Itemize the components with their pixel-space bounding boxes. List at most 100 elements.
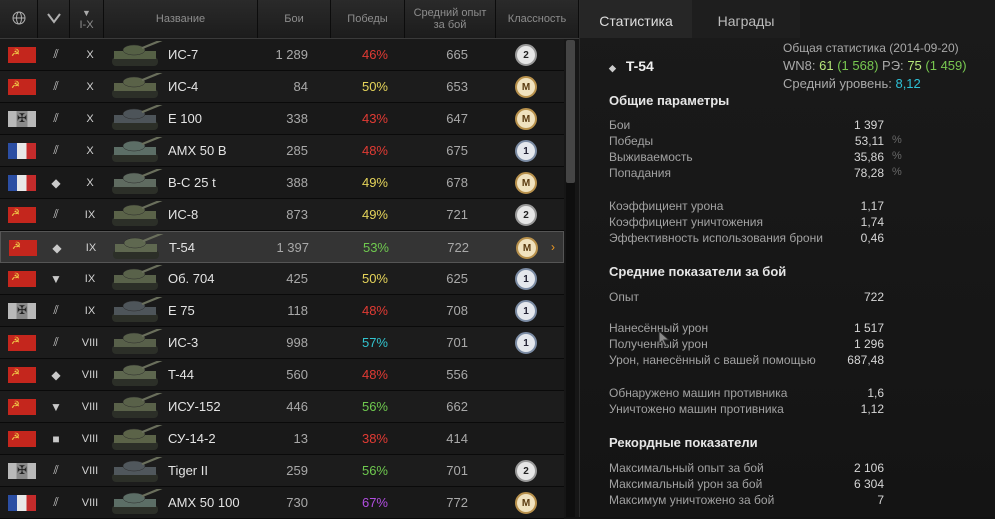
stat-label: Коэффициент урона bbox=[609, 199, 724, 213]
vehicle-name: E 100 bbox=[168, 111, 202, 126]
mastery-header[interactable]: Классность bbox=[496, 0, 579, 38]
vehicle-battles: 338 bbox=[286, 111, 308, 126]
nation-flag-icon bbox=[8, 207, 36, 223]
vehicle-name: B-C 25 t bbox=[168, 175, 216, 190]
vehicle-avg-exp: 665 bbox=[446, 47, 468, 62]
vehicle-battles: 873 bbox=[286, 207, 308, 222]
vehicle-tier: VIII bbox=[81, 368, 99, 381]
vehicle-row[interactable]: ■ VIII СУ-14-2 13 38% 414 bbox=[0, 423, 564, 455]
stat-value: 53,11 bbox=[854, 134, 884, 148]
stat-label: Эффективность использования брони bbox=[609, 231, 823, 245]
mastery-badge-icon: 1 bbox=[515, 332, 537, 354]
vehicle-battles: 560 bbox=[286, 367, 308, 382]
scrollbar-thumb[interactable] bbox=[566, 40, 575, 183]
vehicle-class-icon: ⫽ bbox=[53, 303, 59, 317]
tab-awards[interactable]: Награды bbox=[692, 0, 800, 38]
vehicle-row[interactable]: ⫽ X AMX 50 B 285 48% 675 1 bbox=[0, 135, 564, 167]
vehicle-class-icon: ▼ bbox=[50, 399, 62, 414]
vehicle-battles: 446 bbox=[286, 399, 308, 414]
tank-icon bbox=[113, 234, 166, 259]
nation-flag-icon bbox=[8, 111, 36, 127]
vehicle-row[interactable]: ⫽ X E 100 338 43% 647 M bbox=[0, 103, 564, 135]
vehicle-avg-exp: 625 bbox=[446, 271, 468, 286]
avg-exp-header[interactable]: Средний опыт за бой bbox=[405, 0, 496, 38]
vehicle-class-icon: ⫽ bbox=[53, 47, 59, 61]
vehicle-wins: 56% bbox=[361, 463, 388, 478]
vehicle-row[interactable]: ⫽ VIII ИС-3 998 57% 701 1 bbox=[0, 327, 564, 359]
vehicle-tier: X bbox=[86, 80, 94, 93]
tier-header-label: I-X bbox=[79, 19, 94, 31]
stat-value: 1 397 bbox=[853, 118, 884, 132]
vehicle-row[interactable]: ▼ VIII ИСУ-152 446 56% 662 bbox=[0, 391, 564, 423]
wins-header[interactable]: Победы bbox=[331, 0, 405, 38]
class-filter[interactable] bbox=[38, 0, 70, 38]
vehicle-class-icon: ▼ bbox=[50, 271, 62, 286]
tier-sort[interactable]: ▼ I-X bbox=[70, 0, 104, 38]
tank-icon bbox=[112, 329, 165, 354]
vehicle-class-icon: ◆ bbox=[51, 175, 61, 190]
tank-icon bbox=[112, 169, 165, 194]
vehicle-row[interactable]: ▼ IX Об. 704 425 50% 625 1 bbox=[0, 263, 564, 295]
stat-label: Максимальный урон за бой bbox=[609, 477, 763, 491]
vehicle-class-icon: ⫽ bbox=[53, 207, 59, 221]
mastery-badge-icon: 2 bbox=[515, 460, 537, 482]
tank-icon bbox=[112, 425, 165, 450]
vehicle-class-icon: ◆ bbox=[51, 367, 61, 382]
name-header[interactable]: Название bbox=[104, 0, 258, 38]
vehicle-battles: 285 bbox=[286, 143, 308, 158]
vehicle-class-icon: ⫽ bbox=[53, 79, 59, 93]
stat-percent-sign: % bbox=[892, 134, 902, 146]
tank-icon bbox=[112, 361, 165, 386]
vehicle-row[interactable]: ⫽ X ИС-4 84 50% 653 M bbox=[0, 71, 564, 103]
vehicle-avg-exp: 414 bbox=[446, 431, 468, 446]
stat-value: 78,28 bbox=[853, 166, 884, 180]
stat-label: Выживаемость bbox=[609, 150, 693, 164]
vehicle-battles: 425 bbox=[286, 271, 308, 286]
stat-value: 1,12 bbox=[860, 402, 884, 416]
vehicle-battles: 1 289 bbox=[275, 47, 308, 62]
tank-icon bbox=[112, 265, 165, 290]
vehicle-avg-exp: 701 bbox=[446, 335, 468, 350]
nation-flag-icon bbox=[9, 240, 37, 256]
re-paren: (1 459) bbox=[925, 58, 967, 73]
vehicle-wins: 50% bbox=[361, 271, 388, 286]
vehicle-row[interactable]: ◆ IX T-54 1 397 53% 722 M › bbox=[0, 231, 564, 263]
wins-header-label: Победы bbox=[347, 13, 388, 25]
vehicle-wins: 48% bbox=[361, 367, 388, 382]
vehicle-tier: VIII bbox=[81, 400, 99, 413]
vehicle-tier: VIII bbox=[81, 336, 99, 349]
vehicle-row[interactable]: ⫽ VIII Tiger II 259 56% 701 2 bbox=[0, 455, 564, 487]
vehicle-battles: 13 bbox=[293, 431, 308, 446]
vehicle-row[interactable]: ◆ X B-C 25 t 388 49% 678 M bbox=[0, 167, 564, 199]
vehicle-name: ИС-8 bbox=[168, 207, 199, 222]
tab-statistics[interactable]: Статистика bbox=[580, 0, 692, 38]
vehicle-name: AMX 50 B bbox=[168, 143, 227, 158]
vehicle-tier: X bbox=[86, 112, 94, 125]
vehicle-tier: X bbox=[86, 48, 94, 61]
section-avg: Средние показатели за бой bbox=[609, 264, 787, 279]
vehicle-row[interactable]: ⫽ IX ИС-8 873 49% 721 2 bbox=[0, 199, 564, 231]
battles-header[interactable]: Бои bbox=[258, 0, 331, 38]
stat-percent-sign: % bbox=[892, 166, 902, 178]
vehicle-avg-exp: 556 bbox=[446, 367, 468, 382]
vehicle-wins: 49% bbox=[361, 207, 388, 222]
vehicle-class-icon: ⫽ bbox=[53, 495, 59, 509]
vehicle-name: Tiger II bbox=[168, 463, 208, 478]
mastery-badge-icon: M bbox=[515, 492, 537, 514]
tank-title: ◆ T-54 bbox=[609, 58, 654, 74]
vehicle-wins: 56% bbox=[361, 399, 388, 414]
vehicle-row[interactable]: ⫽ VIII AMX 50 100 730 67% 772 M bbox=[0, 487, 564, 519]
vehicle-avg-exp: 708 bbox=[446, 303, 468, 318]
nation-filter[interactable] bbox=[0, 0, 38, 38]
selected-arrow-icon: › bbox=[551, 240, 555, 254]
vehicle-row[interactable]: ◆ VIII T-44 560 48% 556 bbox=[0, 359, 564, 391]
vehicle-class-icon: ⫽ bbox=[53, 463, 59, 477]
re-label: РЭ: bbox=[882, 58, 904, 73]
vehicle-row[interactable]: ⫽ X ИС-7 1 289 46% 665 2 bbox=[0, 39, 564, 71]
vehicle-list-header: ▼ I-X Название Бои Победы Средний опыт з… bbox=[0, 0, 579, 39]
vehicle-row[interactable]: ⫽ IX E 75 118 48% 708 1 bbox=[0, 295, 564, 327]
tank-icon bbox=[112, 137, 165, 162]
wn8-line: WN8: 61 (1 568) РЭ: 75 (1 459) bbox=[783, 58, 967, 73]
vehicle-name: ИС-7 bbox=[168, 47, 199, 62]
vehicle-avg-exp: 701 bbox=[446, 463, 468, 478]
